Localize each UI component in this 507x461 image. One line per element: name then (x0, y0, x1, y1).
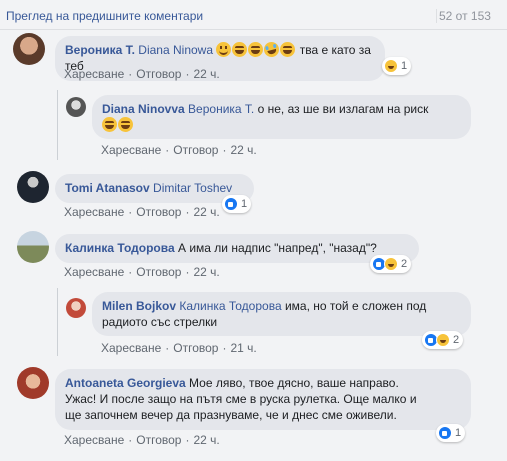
reply-button[interactable]: Отговор (136, 67, 181, 81)
comment-mention[interactable]: Вероника Т. (188, 102, 254, 116)
comment-text: радиото със стрелки (102, 315, 218, 329)
comment-text: Мое ляво, твое дясно, ваше направо. (189, 376, 399, 390)
comment-bubble: Калинка Тодорова А има ли надпис "напред… (55, 234, 419, 263)
smile-emoji-icon (216, 42, 232, 57)
reaction-count: 2 (453, 334, 460, 346)
haha-reaction-icon (384, 257, 398, 271)
like-reaction-icon (438, 426, 452, 440)
comment-text: А има ли надпис "напред", "назад"? (178, 241, 377, 255)
reply-button[interactable]: Отговор (136, 205, 181, 219)
reply-button[interactable]: Отговор (173, 143, 218, 157)
laugh-emoji-icon (232, 42, 248, 57)
comment-bubble: Antoaneta Georgieva Мое ляво, твое дясно… (55, 369, 471, 430)
view-previous-comments-link[interactable]: Преглед на предишните коментари (6, 9, 203, 23)
like-button[interactable]: Харесване (64, 205, 124, 219)
comment-time[interactable]: 22 ч. (230, 143, 256, 157)
reply-button[interactable]: Отговор (136, 265, 181, 279)
laugh-emoji-icon (118, 117, 133, 132)
comment-mention[interactable]: Diana Ninowa (138, 43, 213, 57)
reaction-summary[interactable]: 1 (436, 424, 466, 442)
avatar[interactable] (17, 367, 49, 399)
haha-reaction-icon (384, 59, 398, 73)
reaction-count: 2 (401, 258, 408, 270)
comment-author[interactable]: Milen Bojkov (102, 299, 176, 313)
comment-actions: Харесване · Отговор · 22 ч. (101, 143, 257, 157)
laugh-emoji-icon (102, 117, 117, 132)
comment-mention[interactable]: Калинка Тодорова (179, 299, 281, 313)
comment-author[interactable]: Diana Ninovva (102, 102, 185, 116)
comment-text: ще започнем вечер да празнуваме, че и дн… (65, 408, 397, 422)
comment-actions: Харесване · Отговор · 22 ч. (64, 265, 220, 279)
comment-time[interactable]: 21 ч. (230, 341, 256, 355)
reply-button[interactable]: Отговор (173, 341, 218, 355)
like-button[interactable]: Харесване (64, 67, 124, 81)
comment-actions: Харесване · Отговор · 22 ч. (64, 205, 220, 219)
reaction-summary[interactable]: 1 (382, 57, 412, 75)
comment-time[interactable]: 22 ч. (193, 67, 219, 81)
comment-text: Ужас! И после защо на пътя сме в руска р… (65, 392, 417, 406)
reaction-summary[interactable]: 2 (422, 331, 464, 349)
like-reaction-icon (224, 197, 238, 211)
comment-actions: Харесване · Отговор · 22 ч. (64, 67, 220, 81)
laugh-emoji-icon (280, 42, 296, 57)
reaction-count: 1 (401, 60, 408, 72)
avatar[interactable] (17, 231, 49, 263)
comment-counter: 52 от 153 (436, 9, 491, 23)
comment-author[interactable]: Калинка Тодорова (65, 241, 175, 255)
laugh-emoji-icon (248, 42, 264, 57)
comment-text: има, но той е сложен под (284, 299, 427, 313)
reaction-count: 1 (455, 427, 462, 439)
comment-actions: Харесване · Отговор · 22 ч. (64, 433, 220, 447)
reply-button[interactable]: Отговор (136, 433, 181, 447)
reaction-summary[interactable]: 2 (370, 255, 412, 273)
comment-time[interactable]: 22 ч. (193, 433, 219, 447)
comment-bubble: Milen Bojkov Калинка Тодорова има, но то… (92, 292, 471, 336)
comment-author[interactable]: Antoaneta Georgieva (65, 376, 186, 390)
comment-author[interactable]: Tomi Atanasov (65, 181, 150, 195)
emoji-group (216, 40, 299, 59)
avatar[interactable] (13, 33, 45, 65)
like-button[interactable]: Харесване (64, 433, 124, 447)
comment-text: о не, аз ше ви излагам на риск (257, 102, 429, 116)
avatar[interactable] (66, 97, 86, 117)
reaction-summary[interactable]: 1 (222, 195, 252, 213)
avatar[interactable] (17, 171, 49, 203)
tears-of-joy-emoji-icon (262, 40, 282, 59)
avatar[interactable] (66, 298, 86, 318)
like-button[interactable]: Харесване (64, 265, 124, 279)
reaction-count: 1 (241, 198, 248, 210)
comment-actions: Харесване · Отговор · 21 ч. (101, 341, 257, 355)
comment-author[interactable]: Вероника Т. (65, 43, 135, 57)
reply-thread-line (57, 288, 58, 356)
like-button[interactable]: Харесване (101, 341, 161, 355)
reply-thread-line (57, 90, 58, 160)
comments-header: Преглед на предишните коментари 52 от 15… (0, 0, 507, 30)
haha-reaction-icon (436, 333, 450, 347)
comment-time[interactable]: 22 ч. (193, 205, 219, 219)
comment-bubble: Diana Ninovva Вероника Т. о не, аз ше ви… (92, 95, 471, 139)
comment-mention[interactable]: Dimitar Toshev (153, 181, 232, 195)
like-button[interactable]: Харесване (101, 143, 161, 157)
comment-time[interactable]: 22 ч. (193, 265, 219, 279)
